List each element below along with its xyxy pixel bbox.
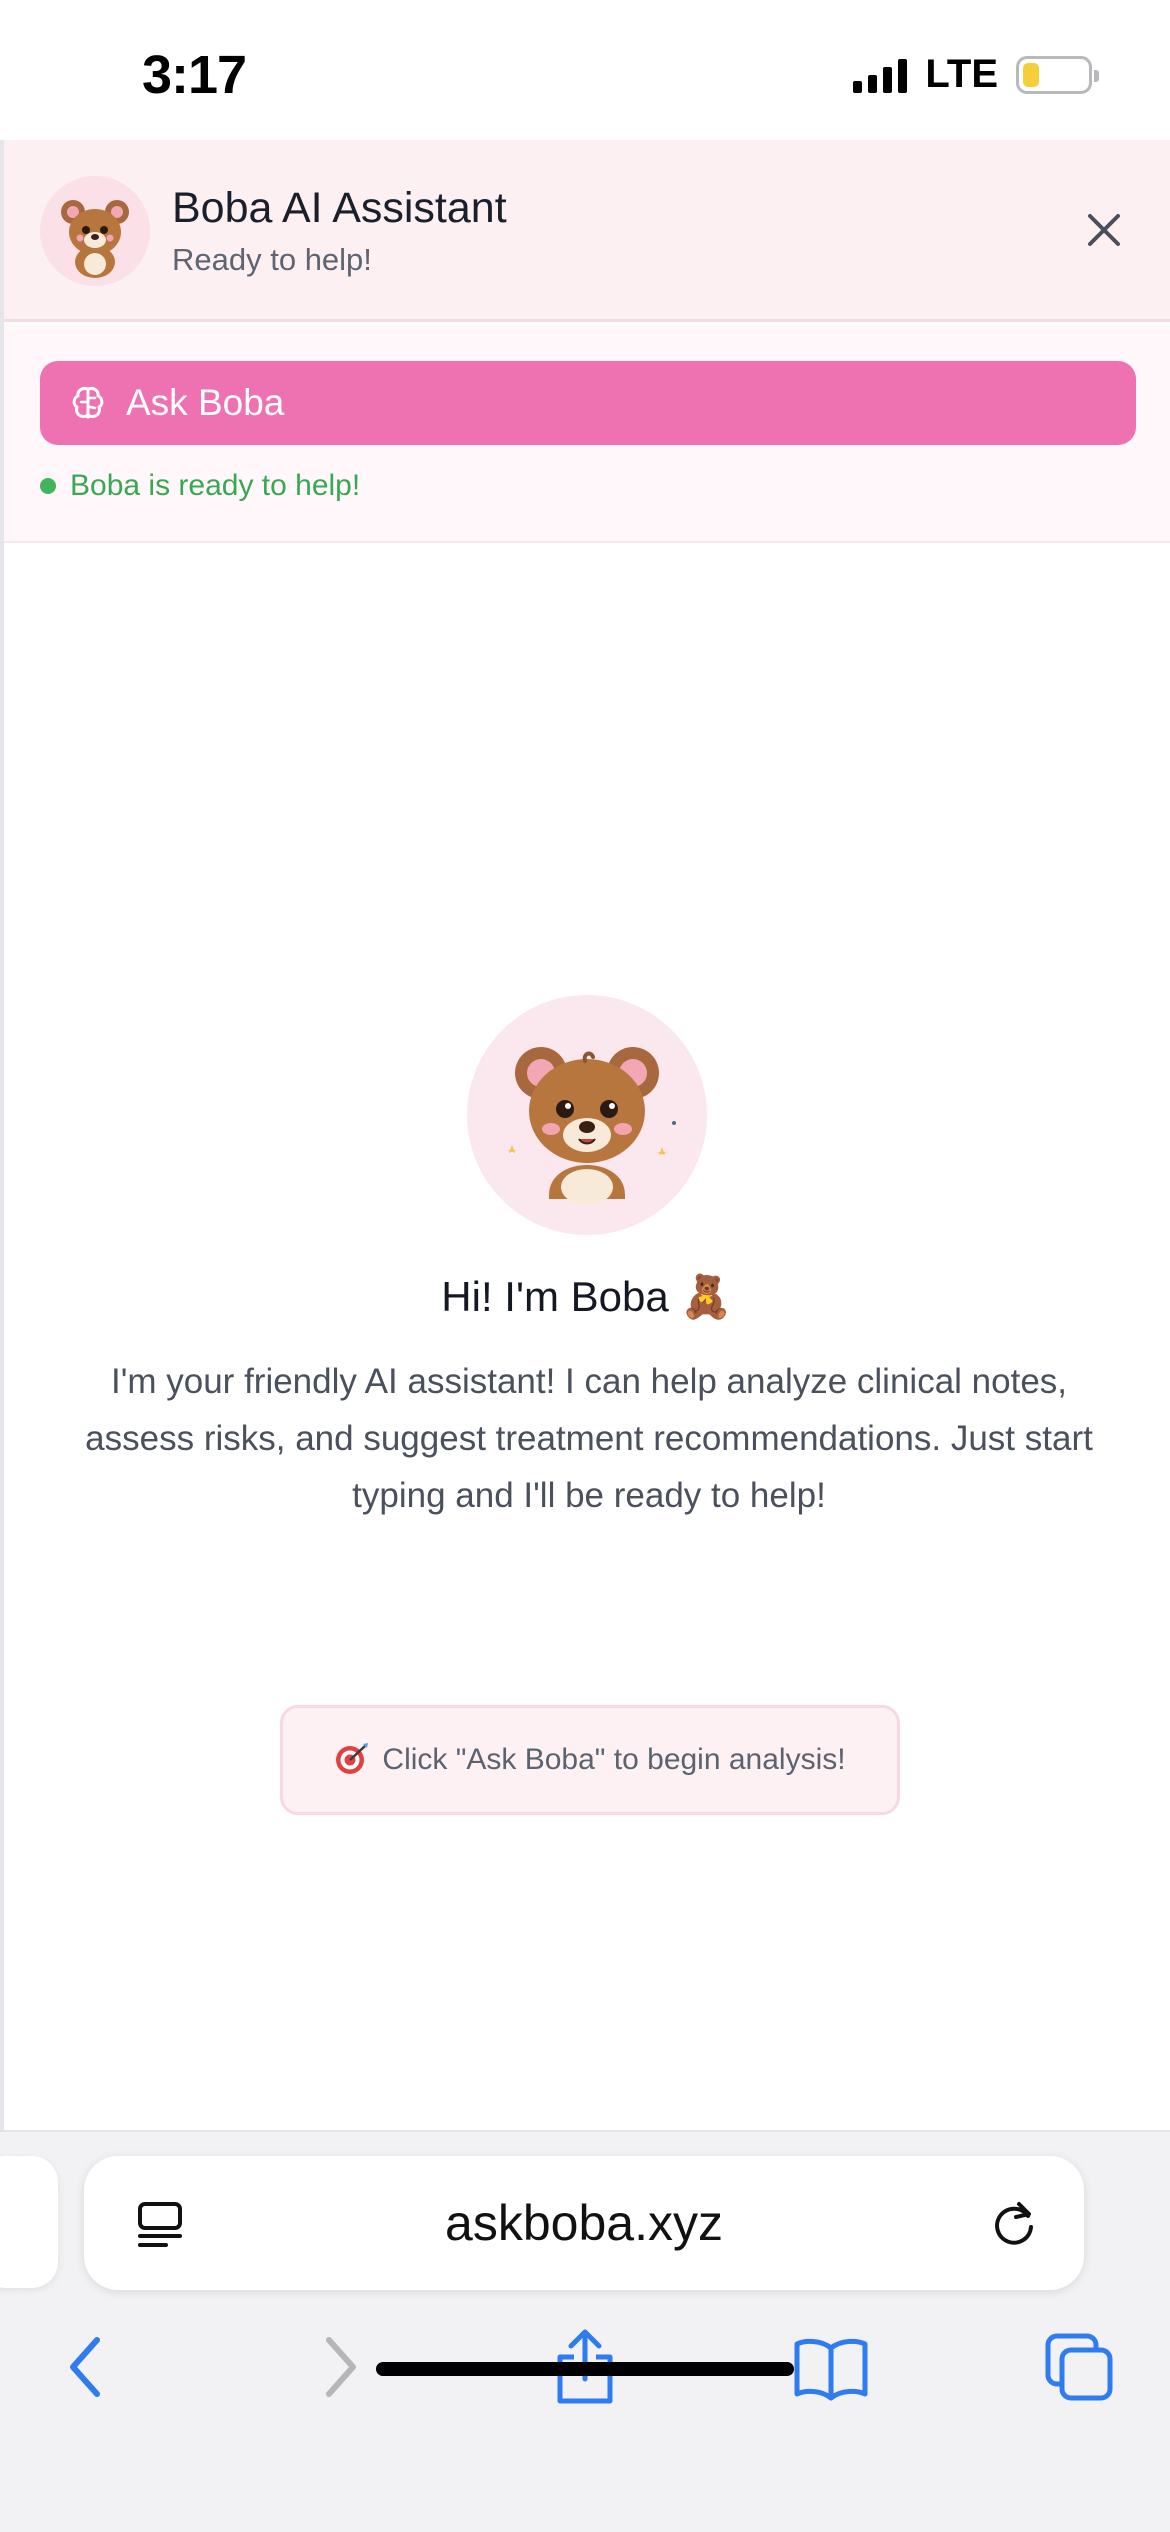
welcome-title: Hi! I'm Boba 🧸 [441,1273,733,1320]
header-subtitle: Ready to help! [172,242,372,277]
back-icon [70,2337,100,2397]
close-button[interactable] [1080,206,1128,254]
hint-text: Click "Ask Boba" to begin analysis! [382,1743,846,1776]
tabs-button[interactable] [1034,2322,1124,2412]
url-text: askboba.xyz [445,2195,723,2251]
battery-level [1023,62,1039,87]
tabs-icon [1045,2333,1113,2401]
bookmarks-button[interactable] [786,2322,876,2412]
forward-button[interactable] [294,2322,384,2412]
reload-icon[interactable] [986,2196,1042,2252]
bear-avatar-icon [40,176,150,286]
battery-icon [1016,55,1099,94]
close-icon [1088,214,1120,246]
dart-icon [334,1740,370,1781]
hint-box: Click "Ask Boba" to begin analysis! [280,1705,900,1815]
assistant-panel: Boba AI Assistant Ready to help! Ask Bob… [0,140,1170,2130]
signal-icon [853,57,908,93]
ask-boba-label: Ask Boba [126,382,285,423]
welcome-description: I'm your friendly AI assistant! I can he… [85,1362,1093,1515]
assistant-toolbar: Ask Boba Boba is ready to help! [4,325,1170,543]
home-indicator [376,2362,794,2376]
forward-icon [326,2337,356,2397]
address-bar[interactable]: askboba.xyz [84,2156,1084,2290]
teddy-bear-icon [467,995,707,1235]
status-time: 3:17 [142,45,247,105]
status-dot-icon [40,478,56,494]
status-text: Boba is ready to help! [70,469,361,502]
bookmarks-icon [794,2338,868,2401]
browser-toolbar: askboba.xyz [0,2130,1170,2532]
reader-icon[interactable] [132,2196,188,2252]
back-button[interactable] [42,2322,132,2412]
header-title: Boba AI Assistant [172,184,507,232]
status-row: Boba is ready to help! [40,469,360,503]
previous-tab-preview[interactable] [0,2156,58,2288]
status-bar: 3:17 LTE [0,0,1170,140]
network-label: LTE [925,52,998,96]
status-indicators: LTE [853,52,1099,97]
brain-icon [72,387,104,419]
assistant-header: Boba AI Assistant Ready to help! [4,140,1170,322]
ask-boba-button[interactable]: Ask Boba [40,361,1136,445]
